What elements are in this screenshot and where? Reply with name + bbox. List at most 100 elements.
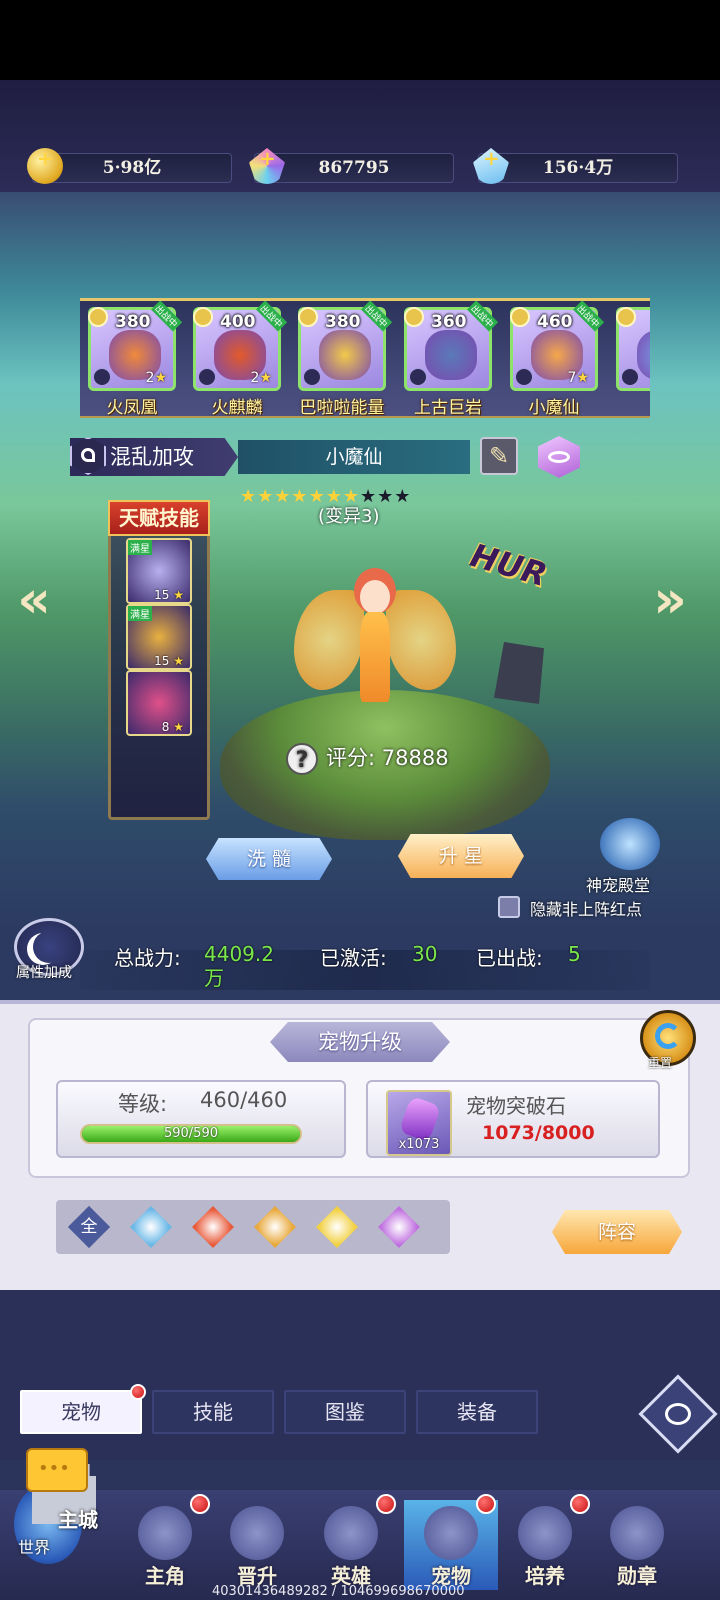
pet-temple-label[interactable]: 神宠殿堂: [586, 872, 650, 896]
rename-quill-icon[interactable]: ✎: [480, 437, 518, 475]
star-icon: ★: [394, 486, 412, 507]
total-power-value: 4409.2万: [204, 942, 274, 990]
full-star-badge: 满星: [128, 540, 152, 555]
next-pet-arrow-icon[interactable]: »: [650, 570, 690, 630]
pet-portrait: [425, 330, 477, 380]
stone-name: 宠物突破石: [466, 1094, 566, 1118]
talent-title: 天赋技能: [108, 500, 210, 536]
pet-score: ? 评分: 78888: [286, 742, 449, 775]
talent-skill-stars: 15 ★: [154, 588, 184, 602]
upgrade-title: 宠物升级: [270, 1022, 450, 1062]
gold-counter[interactable]: + 5·98亿: [27, 146, 232, 184]
nav-item[interactable]: 勋章: [590, 1500, 684, 1590]
star-icon: ★: [274, 486, 292, 507]
nav-label: 主角: [145, 1564, 185, 1588]
talent-skill-slot[interactable]: 满星 15 ★: [126, 604, 192, 670]
pet-card[interactable]: 380 出战中 2★: [88, 301, 183, 391]
pet-skill-mini-icon: [303, 368, 321, 386]
hide-red-dot-checkbox[interactable]: [498, 896, 520, 918]
breakthrough-stone-icon[interactable]: x1073: [386, 1090, 452, 1156]
star-icon: ★: [257, 486, 275, 507]
talent-skill-slot[interactable]: 8 ★: [126, 670, 192, 736]
tab-label: 图鉴: [325, 1400, 365, 1424]
nav-icon: [230, 1506, 284, 1560]
nav-icon: [424, 1506, 478, 1560]
gold-value: 5·98亿: [102, 158, 162, 178]
pet-card-name: 上古巨岩: [414, 398, 482, 418]
nav-item[interactable]: 英雄: [304, 1494, 398, 1590]
nav-label: 培养: [525, 1564, 565, 1588]
red-dot-icon: [190, 1494, 210, 1514]
tab-3[interactable]: 装备: [416, 1390, 538, 1434]
add-crystal-icon[interactable]: +: [259, 144, 276, 172]
score-text: 评分: 78888: [326, 746, 449, 770]
pet-skill-mini-icon: [198, 368, 216, 386]
pet-card-name: 火麒麟: [211, 398, 263, 418]
deployed-label: 已出战:: [476, 946, 543, 970]
pet-card[interactable]: 460 出战中 7★: [510, 301, 605, 391]
pet-character-model[interactable]: [290, 550, 460, 720]
pet-portrait: [319, 330, 371, 380]
pet-card[interactable]: 400 出战中 2★: [193, 301, 288, 391]
light-element-icon: [193, 307, 213, 327]
lineup-button[interactable]: 阵容: [552, 1210, 682, 1254]
tab-1[interactable]: 技能: [152, 1390, 274, 1434]
light-element-icon: [88, 307, 108, 327]
light-element-icon: [616, 307, 636, 327]
full-star-badge: 满星: [128, 606, 152, 621]
light-element-icon: [510, 307, 530, 327]
talent-skill-slot[interactable]: 满星 15 ★: [126, 538, 192, 604]
star-icon: ★: [240, 486, 258, 507]
pet-name: 小魔仙: [238, 440, 470, 474]
prev-pet-arrow-icon[interactable]: «: [14, 570, 54, 630]
add-gold-icon[interactable]: +: [37, 144, 54, 172]
reset-label[interactable]: 重置: [648, 1054, 672, 1071]
exp-progress-text: 590/590: [163, 1126, 218, 1141]
wash-button[interactable]: 洗 髓: [206, 838, 332, 880]
total-power-label: 总战力:: [114, 946, 181, 970]
nav-item[interactable]: 培养: [498, 1494, 592, 1590]
nav-item[interactable]: 主角: [118, 1494, 212, 1590]
chat-bubble-icon[interactable]: •••: [26, 1448, 88, 1492]
red-dot-icon: [476, 1494, 496, 1514]
pet-skill-mini-icon: [515, 368, 533, 386]
pet-selector-strip[interactable]: 380 出战中 2★ 火凤凰 400 出战中 2★ 火麒麟 380 出战中 巴啦啦能量 360 出战中上…: [80, 298, 650, 418]
star-icon: ★: [291, 486, 309, 507]
pet-temple-icon[interactable]: [600, 818, 660, 870]
pet-level: 380: [325, 312, 361, 332]
light-element-icon: [404, 307, 424, 327]
pet-level: 460: [537, 312, 573, 332]
nav-item[interactable]: 晋升: [210, 1500, 304, 1590]
footer-ids: 40301436489282 / 104699698670000: [212, 1584, 465, 1599]
crystal-counter[interactable]: + 867795: [249, 146, 454, 184]
tab-2[interactable]: 图鉴: [284, 1390, 406, 1434]
red-dot-icon: [570, 1494, 590, 1514]
talent-skill-stars: 8 ★: [161, 720, 184, 734]
attribute-bonus-label[interactable]: 属性加成: [16, 962, 72, 982]
tab-0[interactable]: 宠物: [20, 1384, 146, 1434]
level-label: 等级:: [118, 1092, 168, 1116]
main-city-label: 主城: [58, 1508, 98, 1532]
diamond-counter[interactable]: + 156·4万: [473, 146, 678, 184]
pet-card-name: 人: [610, 393, 650, 416]
star-up-button[interactable]: 升 星: [398, 834, 524, 878]
pet-card[interactable]: 360 出战中: [404, 301, 499, 391]
pet-skill-mini-icon: [409, 368, 427, 386]
pet-level: 400: [220, 312, 256, 332]
crystal-value: 867795: [318, 158, 390, 178]
pet-card[interactable]: 380 出战中: [298, 301, 393, 391]
hide-red-dot-label[interactable]: 隐藏非上阵红点: [530, 896, 642, 920]
pet-skill-label: 混乱加攻: [110, 445, 194, 469]
deployed-tag: 出战中: [151, 301, 183, 332]
pet-card-name: 巴啦啦能量: [299, 398, 385, 418]
stone-count: x1073: [398, 1137, 440, 1152]
nav-label: 勋章: [617, 1564, 657, 1588]
score-help-icon[interactable]: ?: [286, 743, 318, 775]
exp-progress-bar: 590/590: [80, 1124, 302, 1144]
pet-card[interactable]: [616, 307, 650, 391]
add-diamond-icon[interactable]: +: [483, 144, 500, 172]
nav-icon: [138, 1506, 192, 1560]
pet-star-count: 7★: [567, 370, 589, 386]
deployed-tag: 出战中: [256, 301, 288, 332]
nav-item[interactable]: 宠物: [404, 1494, 498, 1590]
